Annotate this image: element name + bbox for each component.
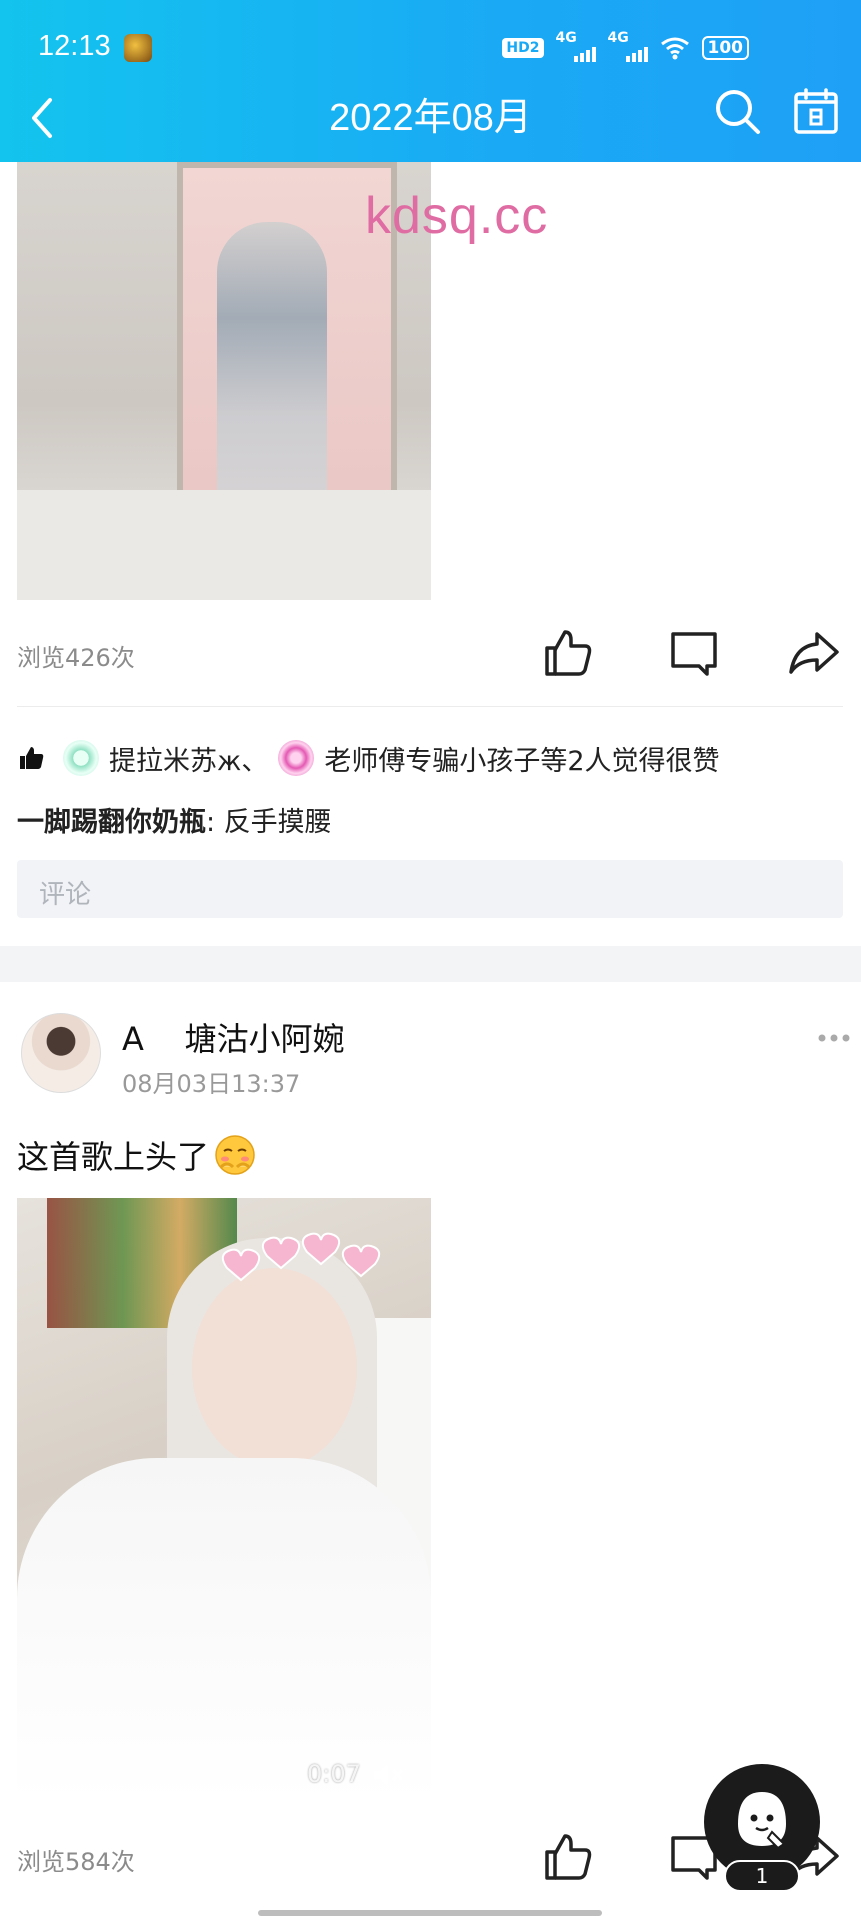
likes-summary: 提拉米苏ж、 老师傅专骗小孩子等2人觉得很赞: [17, 736, 720, 780]
mute-icon[interactable]: [371, 1760, 405, 1790]
more-options-icon[interactable]: [814, 1024, 854, 1052]
comment-text: 反手摸腰: [223, 807, 332, 838]
signal-icon: 4G: [556, 30, 596, 62]
photo-floor: [17, 490, 431, 600]
section-separator: [0, 946, 861, 982]
view-count: 浏览426次: [17, 644, 135, 672]
wifi-icon: [660, 37, 689, 60]
search-icon[interactable]: [710, 84, 766, 140]
hd-voice-icon: HD2: [502, 38, 544, 58]
comment-input[interactable]: 评论: [17, 860, 843, 918]
like-icon[interactable]: [541, 626, 595, 680]
comment-icon[interactable]: [667, 626, 721, 680]
divider: [17, 706, 843, 707]
like-icon[interactable]: [541, 1830, 595, 1884]
likers-names-2[interactable]: 老师傅专骗小孩子等2人觉得很赞: [324, 739, 719, 778]
comment-author[interactable]: 一脚踢翻你奶瓶: [17, 807, 206, 838]
likers-names-1[interactable]: 提拉米苏ж、: [109, 739, 268, 778]
share-icon[interactable]: [787, 626, 841, 680]
view-count: 浏览584次: [17, 1848, 135, 1876]
post-actions-row: 浏览426次: [17, 622, 843, 682]
post-video[interactable]: 0:07: [17, 1198, 431, 1803]
app-header: 12:13 HD2 4G 4G 100 2022年08月: [0, 0, 861, 162]
signal-icon-2: 4G: [608, 30, 648, 62]
comment: 一脚踢翻你奶瓶: 反手摸腰: [17, 800, 332, 839]
post-username[interactable]: A 塘沽小阿婉: [122, 1014, 345, 1060]
home-indicator[interactable]: [258, 1910, 602, 1916]
thumbs-up-icon: [20, 747, 44, 769]
comment-separator: :: [206, 807, 224, 838]
avatar[interactable]: [21, 1013, 101, 1093]
liker-avatar[interactable]: [278, 740, 315, 776]
video-face: [192, 1268, 357, 1468]
ghost-mascot-icon: [738, 1792, 786, 1850]
calendar-icon[interactable]: [790, 86, 842, 138]
shy-emoji-icon: [215, 1135, 255, 1175]
post-text: 这首歌上头了: [17, 1132, 257, 1178]
comment-placeholder: 评论: [39, 880, 92, 910]
nav-bar: 2022年08月: [0, 80, 861, 160]
status-indicators: HD2 4G 4G 100: [502, 30, 749, 62]
video-shirt: [17, 1458, 431, 1803]
heart-crown-icon: [221, 1232, 381, 1282]
status-time: 12:13: [38, 30, 111, 62]
battery-icon: 100: [701, 36, 749, 60]
liker-avatar[interactable]: [63, 740, 99, 776]
post-body: 这首歌上头了: [17, 1138, 210, 1176]
video-duration: 0:07: [307, 1760, 361, 1788]
watermark-text: kdsq.cc: [365, 187, 549, 245]
notification-app-icon: [124, 34, 152, 62]
post-timestamp: 08月03日13:37: [122, 1070, 301, 1098]
floating-badge-count[interactable]: 1: [724, 1860, 800, 1892]
